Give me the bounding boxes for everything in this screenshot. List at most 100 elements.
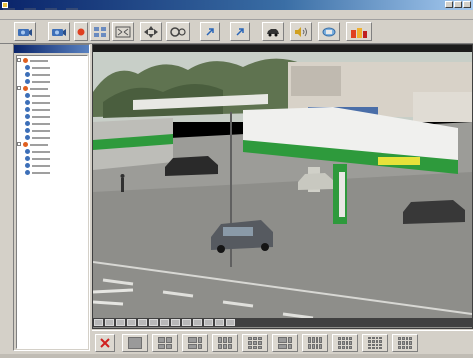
- tree-item[interactable]: [17, 106, 87, 112]
- camera-icon: [25, 71, 30, 77]
- camera-icon: [25, 78, 30, 84]
- users-button[interactable]: [346, 22, 372, 41]
- tree-item[interactable]: [17, 127, 87, 133]
- menu-item-1[interactable]: [3, 12, 15, 18]
- viewer-header: [93, 45, 472, 52]
- layout-custom-button[interactable]: [272, 334, 298, 352]
- close-window-button[interactable]: [463, 1, 471, 8]
- thumbnail[interactable]: [149, 319, 158, 326]
- camera-tree: [16, 55, 88, 349]
- record-button[interactable]: [74, 22, 88, 41]
- camera-icon: [18, 28, 32, 36]
- main-toolbar: [0, 20, 473, 44]
- thumbnail[interactable]: [171, 319, 180, 326]
- thumbnail[interactable]: [182, 319, 191, 326]
- layout-4x4-icon: [398, 337, 412, 349]
- thumbnail[interactable]: [127, 319, 136, 326]
- fullscreen-button[interactable]: [112, 22, 134, 41]
- tree-item[interactable]: [17, 64, 87, 70]
- layout-4x4-icon: [368, 337, 382, 349]
- car-icon: [267, 28, 279, 36]
- audio-button[interactable]: [290, 22, 312, 41]
- camera-icon: [25, 169, 30, 175]
- camera-icon: [25, 120, 30, 126]
- tree-item[interactable]: [17, 134, 87, 140]
- minimize-button[interactable]: [445, 1, 453, 8]
- thumbnail-strip: [92, 318, 473, 327]
- tree-item[interactable]: [17, 92, 87, 98]
- tree-item[interactable]: [17, 71, 87, 77]
- zoom-icon: [170, 26, 186, 37]
- panel-header: [14, 45, 89, 53]
- layout-2x2-button[interactable]: [152, 334, 178, 352]
- tree-group-1[interactable]: [17, 57, 87, 63]
- car-button[interactable]: [262, 22, 284, 41]
- tree-item[interactable]: [17, 99, 87, 105]
- thumbnail[interactable]: [94, 319, 103, 326]
- tree-item[interactable]: [17, 120, 87, 126]
- layout-1x1-button[interactable]: [122, 334, 148, 352]
- layout-3x3-button-alt[interactable]: [242, 334, 268, 352]
- thumbnail[interactable]: [138, 319, 147, 326]
- tree-group-2[interactable]: [17, 85, 87, 91]
- arrow-button-2[interactable]: [230, 22, 250, 41]
- tree-group-3[interactable]: [17, 141, 87, 147]
- layout-3x3-button[interactable]: [212, 334, 238, 352]
- camera-icon: [25, 64, 30, 70]
- thumbnail[interactable]: [160, 319, 169, 326]
- network-button[interactable]: [318, 22, 340, 41]
- camera-viewer[interactable]: [92, 44, 473, 329]
- ptz-icon: [144, 25, 158, 38]
- thumbnail[interactable]: [226, 319, 235, 326]
- layout-3x3-icon: [278, 337, 292, 349]
- camera-tree-panel: [13, 44, 90, 351]
- layout-3x3-icon: [218, 337, 232, 349]
- arrow-button-1[interactable]: [200, 22, 220, 41]
- expand-toggle[interactable]: [17, 58, 21, 62]
- layout-4x4-button-alt[interactable]: [332, 334, 358, 352]
- menu-item-2[interactable]: [24, 12, 36, 18]
- maximize-button[interactable]: [454, 1, 462, 8]
- camera-button-2[interactable]: [48, 22, 70, 41]
- audio-icon: [295, 26, 307, 37]
- thumbnail[interactable]: [215, 319, 224, 326]
- camera-button-1[interactable]: [14, 22, 36, 41]
- menu-item-3[interactable]: [45, 12, 57, 18]
- camera-icon: [25, 155, 30, 161]
- tree-item[interactable]: [17, 162, 87, 168]
- layout-2x2-icon: [188, 337, 202, 349]
- status-bar: [0, 354, 473, 358]
- arrow-icon: [236, 27, 244, 36]
- layout-5x5-button[interactable]: [362, 334, 388, 352]
- menu-bar: [0, 10, 473, 20]
- tree-item[interactable]: [17, 78, 87, 84]
- layout-button[interactable]: [90, 22, 110, 41]
- thumbnail[interactable]: [193, 319, 202, 326]
- network-icon: [322, 27, 336, 36]
- layout-2x2-button-alt[interactable]: [182, 334, 208, 352]
- tree-item[interactable]: [17, 169, 87, 175]
- tree-item[interactable]: [17, 148, 87, 154]
- layout-6x6-button[interactable]: [392, 334, 418, 352]
- tree-item[interactable]: [17, 155, 87, 161]
- zoom-button[interactable]: [166, 22, 190, 41]
- site-icon: [23, 141, 28, 147]
- expand-toggle[interactable]: [17, 86, 21, 90]
- menu-item-4[interactable]: [66, 12, 78, 18]
- expand-toggle[interactable]: [17, 142, 21, 146]
- thumbnail[interactable]: [116, 319, 125, 326]
- ptz-button[interactable]: [140, 22, 162, 41]
- layout-1x1-icon: [128, 337, 142, 349]
- layout-bar: [92, 330, 473, 354]
- layout-4x4-button[interactable]: [302, 334, 328, 352]
- camera-feed: [93, 52, 472, 328]
- site-icon: [23, 57, 28, 63]
- camera-icon: [25, 148, 30, 154]
- thumbnail[interactable]: [105, 319, 114, 326]
- thumbnail[interactable]: [204, 319, 213, 326]
- tree-item[interactable]: [17, 113, 87, 119]
- camera-icon: [25, 162, 30, 168]
- camera-icon: [25, 99, 30, 105]
- clear-layout-button[interactable]: [95, 334, 115, 352]
- layout-4x4-icon: [308, 337, 322, 349]
